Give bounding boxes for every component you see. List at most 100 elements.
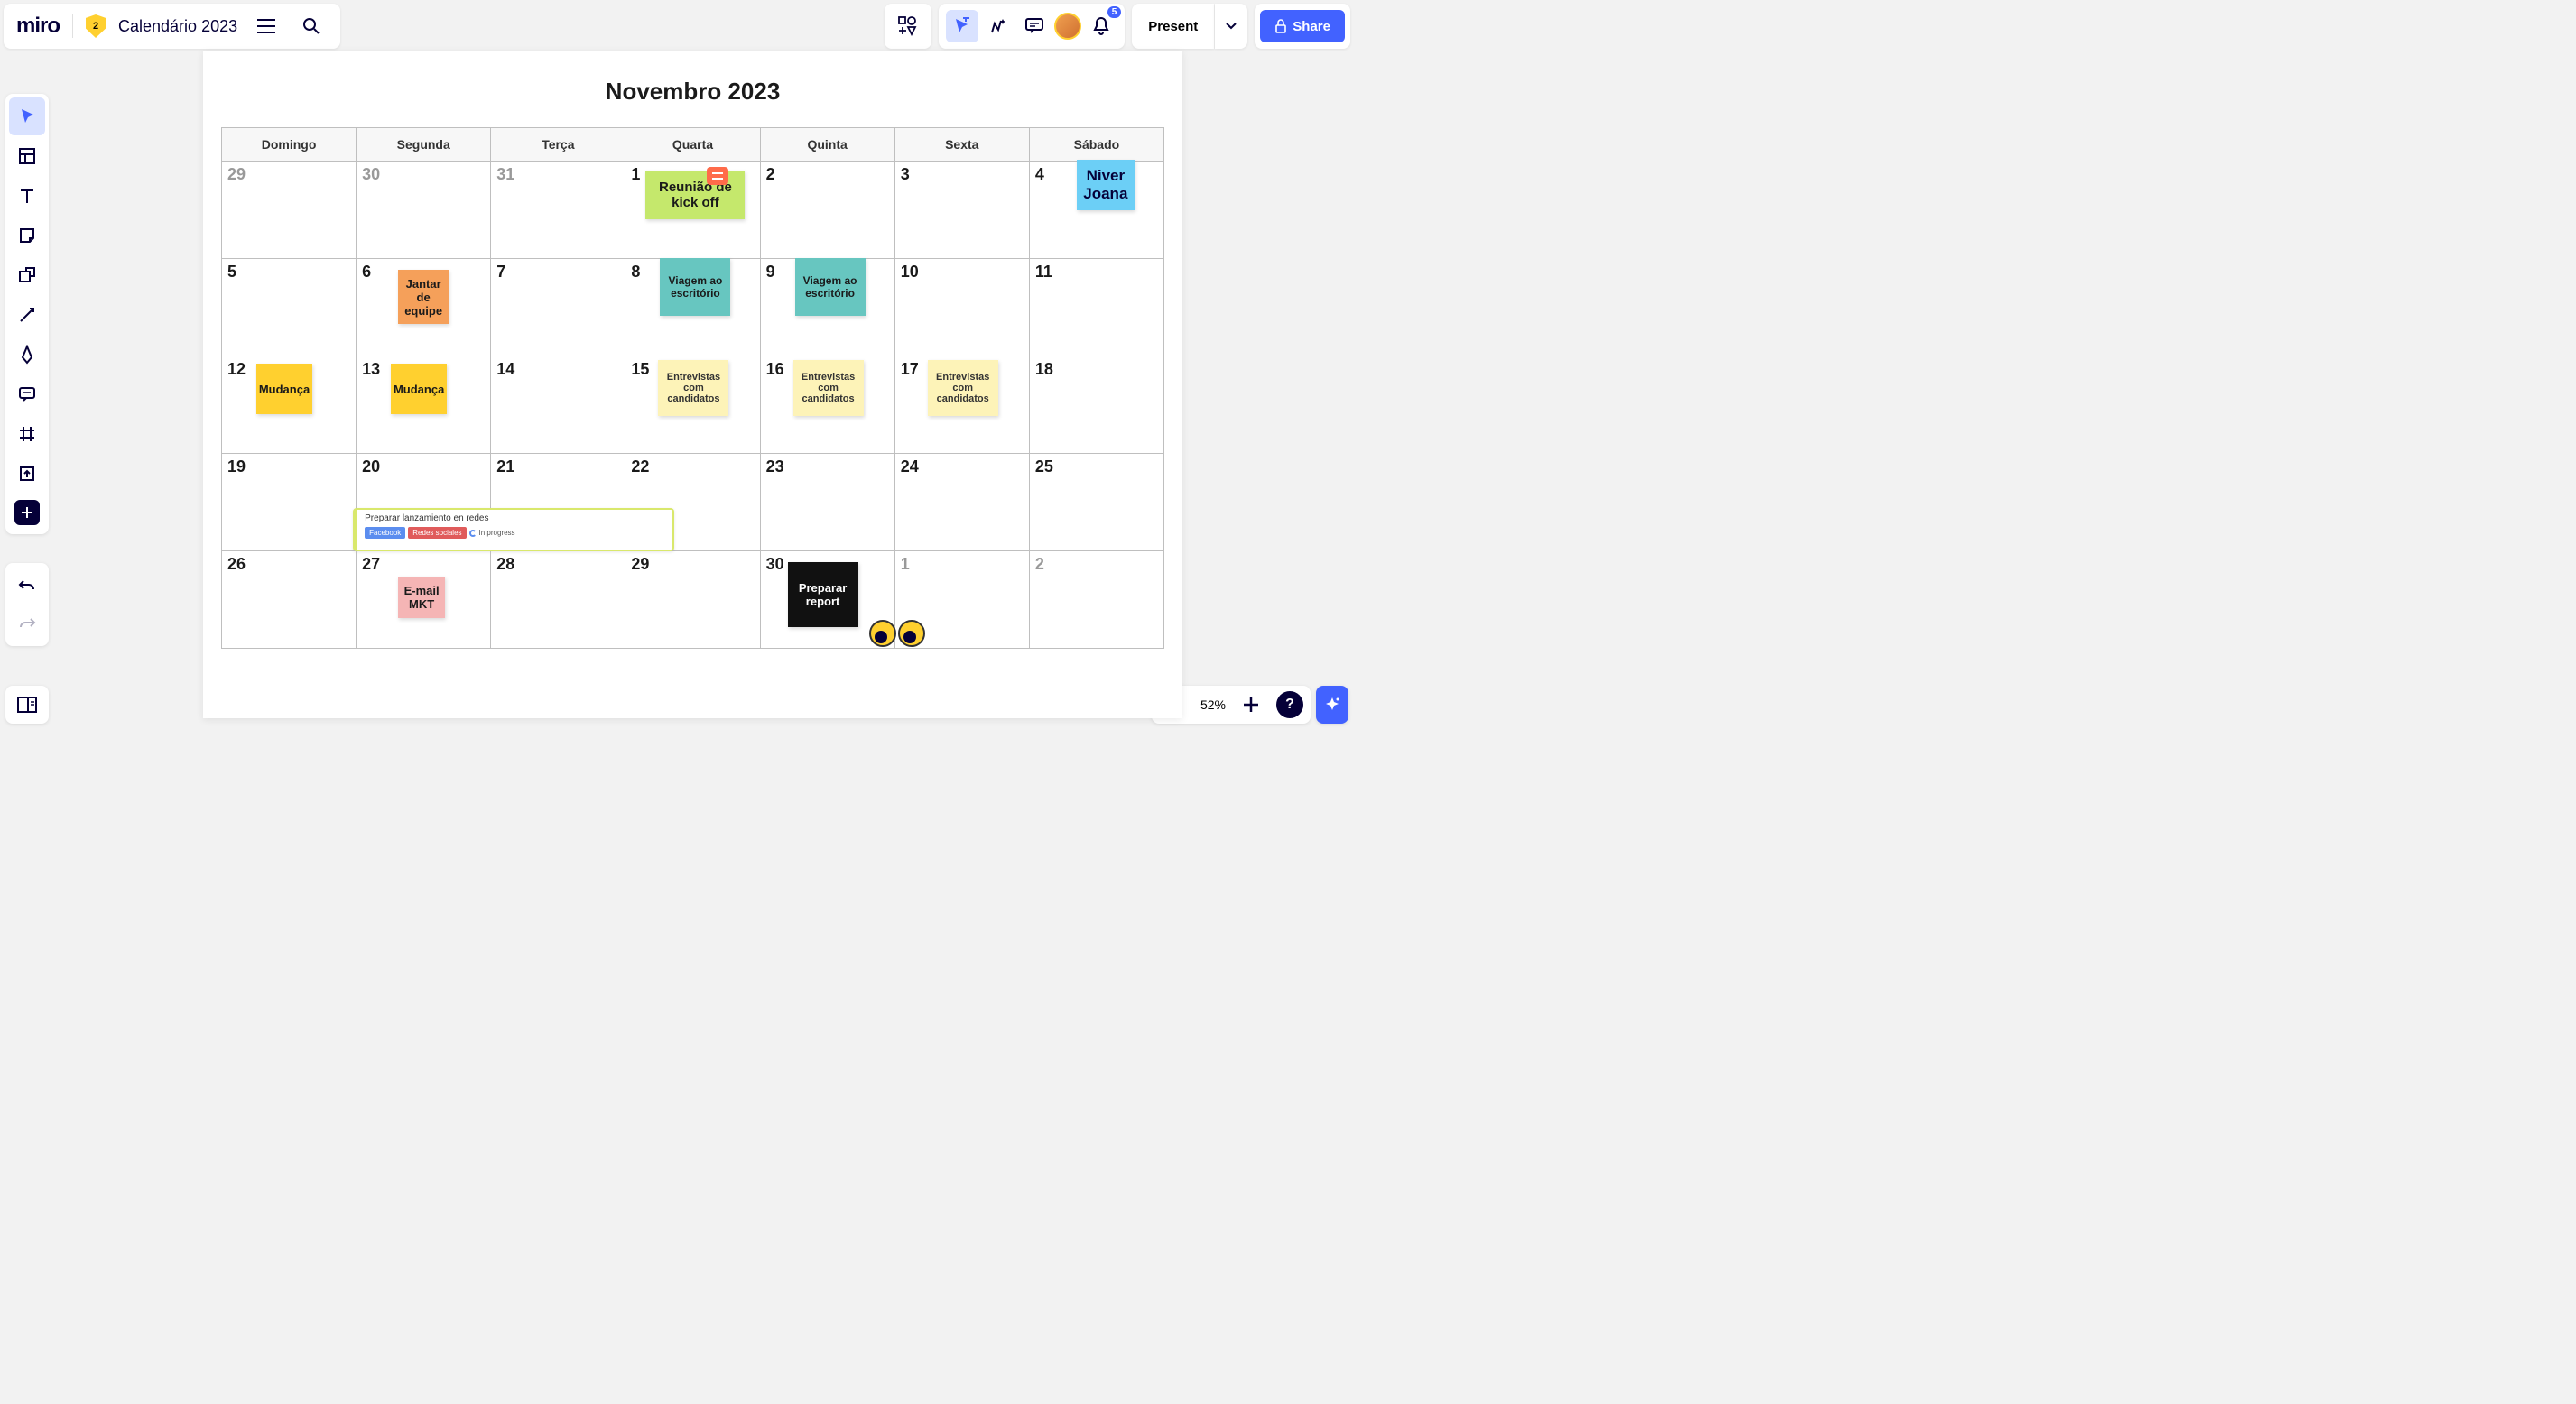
calendar-cell[interactable]: 2 bbox=[1030, 551, 1163, 648]
calendar-week-row: 2930 31 1Reunião de kick off23 4Niver Joana bbox=[222, 161, 1163, 258]
apps-icon[interactable] bbox=[892, 10, 924, 42]
comment-icon[interactable] bbox=[707, 167, 728, 185]
calendar-cell[interactable]: 25 bbox=[1030, 454, 1163, 550]
sticky-note[interactable]: Viagem ao escritório bbox=[795, 258, 866, 316]
day-number: 31 bbox=[496, 165, 619, 184]
calendar-cell[interactable]: 24 bbox=[895, 454, 1030, 550]
zoom-in-button[interactable] bbox=[1235, 688, 1267, 721]
shapes-tool[interactable] bbox=[9, 256, 45, 294]
calendar-cell[interactable]: 6Jantar de equipe bbox=[357, 259, 491, 356]
plan-shield-icon[interactable]: 2 bbox=[86, 14, 106, 38]
text-tool[interactable] bbox=[9, 177, 45, 215]
calendar-cell[interactable]: 9Viagem ao escritório bbox=[761, 259, 895, 356]
calendar-cell[interactable]: 26 bbox=[222, 551, 357, 648]
calendar-cell[interactable]: 27E-mail MKT bbox=[357, 551, 491, 648]
calendar-day-header: Quinta bbox=[761, 128, 895, 161]
calendar-cell[interactable]: 20Preparar lanzamiento en redesFacebookR… bbox=[357, 454, 491, 550]
day-number: 3 bbox=[901, 165, 1024, 184]
calendar-cell[interactable]: 23 bbox=[761, 454, 895, 550]
calendar-title: Novembro 2023 bbox=[203, 51, 1182, 127]
more-tools[interactable] bbox=[14, 500, 40, 525]
day-number: 29 bbox=[631, 555, 754, 574]
day-number: 22 bbox=[631, 457, 754, 476]
calendar-cell[interactable]: 29 bbox=[625, 551, 760, 648]
sticky-note[interactable]: Mudança bbox=[256, 364, 312, 414]
calendar-cell[interactable]: 13Mudança bbox=[357, 356, 491, 453]
templates-tool[interactable] bbox=[9, 137, 45, 175]
calendar-frame[interactable]: Novembro 2023 DomingoSegundaTerçaQuartaQ… bbox=[203, 51, 1182, 718]
calendar-cell[interactable]: 1Reunião de kick off bbox=[625, 162, 760, 258]
sticky-note[interactable]: E-mail MKT bbox=[398, 577, 445, 618]
comments-icon[interactable] bbox=[1018, 10, 1051, 42]
calendar-cell[interactable]: 22 bbox=[625, 454, 760, 550]
frame-tool[interactable] bbox=[9, 415, 45, 453]
board-title[interactable]: Calendário 2023 bbox=[118, 17, 237, 36]
main-menu-button[interactable] bbox=[250, 10, 283, 42]
side-toolbar bbox=[5, 94, 49, 534]
share-label: Share bbox=[1293, 19, 1330, 34]
sticky-note[interactable]: Mudança bbox=[391, 364, 447, 414]
day-number: 2 bbox=[1035, 555, 1158, 574]
calendar-cell[interactable]: 17Entrevistas com candidatos bbox=[895, 356, 1030, 453]
calendar-cell[interactable]: 29 bbox=[222, 162, 357, 258]
sticky-note[interactable]: Entrevistas com candidatos bbox=[928, 360, 998, 416]
undo-redo-group bbox=[5, 563, 49, 646]
upload-tool[interactable] bbox=[9, 455, 45, 493]
calendar-cell[interactable]: 28 bbox=[491, 551, 625, 648]
calendar-cell[interactable]: 1 bbox=[895, 551, 1030, 648]
calendar-cell[interactable]: 10 bbox=[895, 259, 1030, 356]
calendar-cell[interactable]: 8Viagem ao escritório bbox=[625, 259, 760, 356]
present-dropdown[interactable] bbox=[1215, 4, 1247, 49]
panel-toggle-button[interactable] bbox=[5, 686, 49, 724]
calendar-cell[interactable]: 11 bbox=[1030, 259, 1163, 356]
present-button[interactable]: Present bbox=[1132, 4, 1214, 49]
calendar-cell[interactable]: 16Entrevistas com candidatos bbox=[761, 356, 895, 453]
calendar-cell[interactable]: 30Preparar report bbox=[761, 551, 895, 648]
select-tool[interactable] bbox=[9, 97, 45, 135]
sticky-note[interactable]: Niver Joana bbox=[1077, 160, 1135, 210]
calendar-cell[interactable]: 3 bbox=[895, 162, 1030, 258]
ai-assist-button[interactable] bbox=[1316, 686, 1348, 724]
sticky-note[interactable]: Entrevistas com candidatos bbox=[793, 360, 864, 416]
reactions-icon[interactable] bbox=[982, 10, 1015, 42]
calendar-cell[interactable]: 30 bbox=[357, 162, 491, 258]
day-number: 5 bbox=[227, 263, 350, 282]
tag[interactable]: Facebook bbox=[365, 527, 405, 539]
notifications-button[interactable]: 5 bbox=[1085, 10, 1117, 42]
line-tool[interactable] bbox=[9, 296, 45, 334]
calendar-cell[interactable]: 18 bbox=[1030, 356, 1163, 453]
calendar-cell[interactable]: 19 bbox=[222, 454, 357, 550]
top-bar-left: miro 2 Calendário 2023 bbox=[4, 4, 340, 49]
calendar-cell[interactable]: 15Entrevistas com candidatos bbox=[625, 356, 760, 453]
share-button[interactable]: Share bbox=[1260, 10, 1345, 42]
zoom-level[interactable]: 52% bbox=[1200, 697, 1226, 712]
sticky-note[interactable]: Preparar report bbox=[788, 562, 858, 627]
calendar-cell[interactable]: 2 bbox=[761, 162, 895, 258]
sticky-note[interactable]: Jantar de equipe bbox=[398, 270, 449, 324]
redo-button[interactable] bbox=[9, 605, 45, 642]
logo[interactable]: miro bbox=[16, 14, 60, 39]
search-button[interactable] bbox=[295, 10, 328, 42]
help-button[interactable]: ? bbox=[1276, 691, 1303, 718]
calendar-week-row: 12Mudança13Mudança1415Entrevistas com ca… bbox=[222, 356, 1163, 453]
sticky-note[interactable]: Viagem ao escritório bbox=[660, 258, 730, 316]
undo-button[interactable] bbox=[9, 567, 45, 605]
calendar-cell[interactable]: 5 bbox=[222, 259, 357, 356]
cursor-tool-icon[interactable] bbox=[946, 10, 978, 42]
comment-tool[interactable] bbox=[9, 375, 45, 413]
calendar-cell[interactable]: 21 bbox=[491, 454, 625, 550]
day-number: 20 bbox=[362, 457, 485, 476]
sticky-tool[interactable] bbox=[9, 217, 45, 254]
day-number: 25 bbox=[1035, 457, 1158, 476]
tag[interactable]: Redes sociales bbox=[408, 527, 466, 539]
calendar-cell[interactable]: 4Niver Joana bbox=[1030, 162, 1163, 258]
calendar-day-header: Sábado bbox=[1030, 128, 1163, 161]
calendar-cell[interactable]: 14 bbox=[491, 356, 625, 453]
calendar-cell[interactable]: 12Mudança bbox=[222, 356, 357, 453]
sticky-note[interactable]: Entrevistas com candidatos bbox=[658, 360, 728, 416]
sticky-note[interactable]: Reunião de kick off bbox=[645, 171, 745, 219]
calendar-cell[interactable]: 7 bbox=[491, 259, 625, 356]
user-avatar[interactable] bbox=[1054, 13, 1081, 40]
pen-tool[interactable] bbox=[9, 336, 45, 374]
calendar-cell[interactable]: 31 bbox=[491, 162, 625, 258]
